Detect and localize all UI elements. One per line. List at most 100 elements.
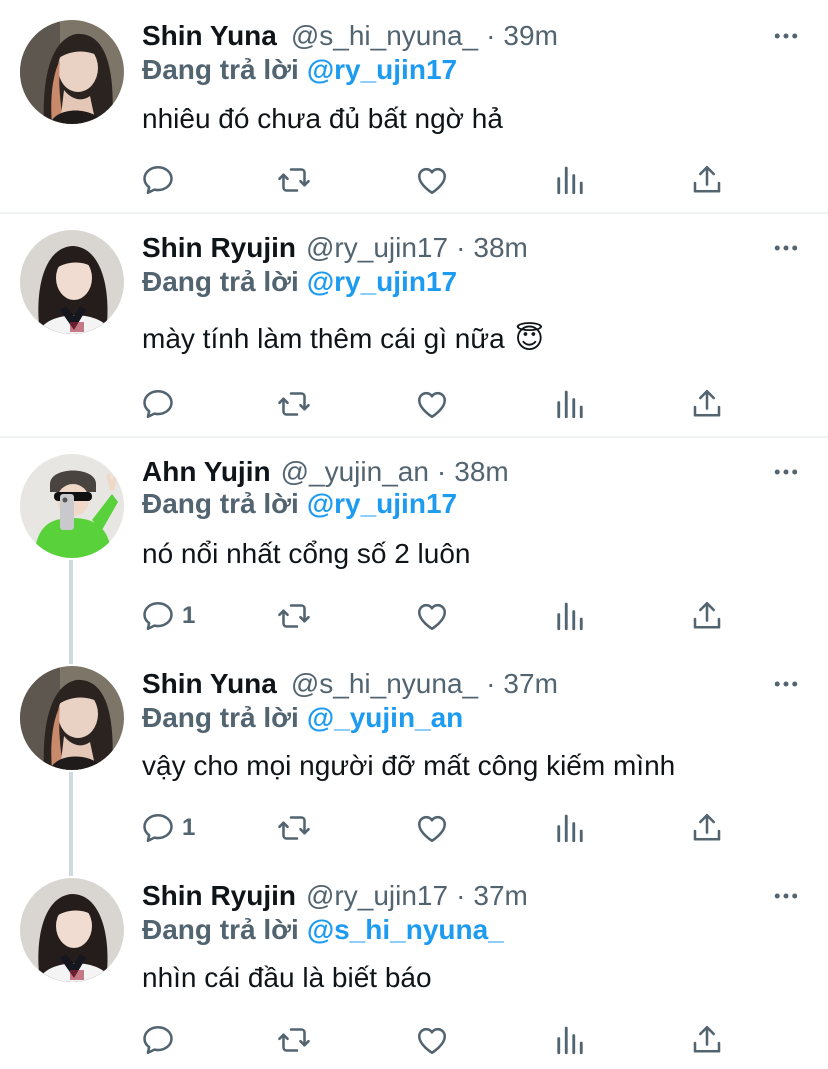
share-button[interactable] bbox=[689, 384, 725, 424]
reply-mention[interactable]: @ry_ujin17 bbox=[307, 54, 457, 85]
display-name[interactable]: Shin Yuna bbox=[142, 668, 277, 700]
share-icon bbox=[689, 598, 725, 634]
reply-prefix: Đang trả lời bbox=[142, 488, 299, 519]
share-icon bbox=[689, 810, 725, 846]
like-button[interactable] bbox=[414, 384, 450, 424]
views-icon bbox=[552, 1022, 588, 1058]
reply-button[interactable] bbox=[140, 1020, 176, 1060]
like-icon bbox=[414, 386, 450, 422]
display-name[interactable]: Shin Yuna bbox=[142, 20, 277, 52]
user-handle[interactable]: @s_hi_nyuna_ bbox=[291, 668, 478, 700]
views-icon bbox=[552, 386, 588, 422]
tweet[interactable]: Ahn Yujin @_yujin_an · 38m Đang trả lời @… bbox=[0, 438, 828, 650]
reply-icon bbox=[140, 386, 176, 422]
more-icon[interactable] bbox=[770, 456, 802, 488]
user-handle[interactable]: @ry_ujin17 bbox=[306, 880, 448, 912]
tweet[interactable]: Shin Ryujin @ry_ujin17 · 38m Đang trả lờ… bbox=[0, 214, 828, 436]
views-button[interactable] bbox=[552, 596, 588, 636]
more-icon[interactable] bbox=[770, 20, 802, 52]
reply-button[interactable]: 1 bbox=[140, 808, 195, 848]
action-bar bbox=[140, 160, 730, 200]
like-icon bbox=[414, 1022, 450, 1058]
reply-count: 1 bbox=[182, 814, 196, 841]
avatar[interactable] bbox=[20, 666, 124, 770]
avatar[interactable] bbox=[20, 230, 124, 334]
share-button[interactable] bbox=[689, 596, 725, 636]
like-button[interactable] bbox=[414, 808, 450, 848]
action-bar bbox=[140, 384, 730, 424]
display-name[interactable]: Ahn Yujin bbox=[142, 456, 271, 488]
share-button[interactable] bbox=[689, 160, 725, 200]
more-icon[interactable] bbox=[770, 232, 802, 264]
separator-dot: · bbox=[486, 668, 496, 699]
retweet-button[interactable] bbox=[276, 1020, 312, 1060]
like-button[interactable] bbox=[414, 1020, 450, 1060]
views-button[interactable] bbox=[552, 1020, 588, 1060]
more-icon[interactable] bbox=[770, 668, 802, 700]
views-button[interactable] bbox=[552, 384, 588, 424]
separator-dot: · bbox=[486, 20, 496, 51]
timestamp[interactable]: 38m bbox=[454, 456, 508, 488]
retweet-button[interactable] bbox=[276, 384, 312, 424]
retweet-icon bbox=[276, 598, 312, 634]
tweet-text-content: mày tính làm thêm cái gì nữa bbox=[142, 322, 505, 354]
reply-mention[interactable]: @_yujin_an bbox=[307, 702, 463, 733]
display-name[interactable]: Shin Ryujin bbox=[142, 232, 296, 264]
reply-mention[interactable]: @ry_ujin17 bbox=[307, 488, 457, 519]
reply-context: Đang trả lời @ry_ujin17 bbox=[142, 54, 457, 86]
avatar[interactable] bbox=[20, 878, 124, 982]
share-button[interactable] bbox=[689, 1020, 725, 1060]
action-bar: 1 bbox=[140, 808, 730, 848]
tweet-header: Shin Yuna @s_hi_nyuna_ · 39m bbox=[142, 16, 558, 56]
user-handle[interactable]: @s_hi_nyuna_ bbox=[291, 20, 478, 52]
tweet-text: mày tính làm thêm cái gì nữa 😇 bbox=[142, 322, 544, 355]
timestamp[interactable]: 39m bbox=[503, 20, 557, 52]
reply-button[interactable] bbox=[140, 160, 176, 200]
like-icon bbox=[414, 162, 450, 198]
retweet-button[interactable] bbox=[276, 160, 312, 200]
retweet-icon bbox=[276, 810, 312, 846]
reply-prefix: Đang trả lời bbox=[142, 914, 299, 945]
separator-dot: · bbox=[456, 880, 466, 911]
tweet-header: Shin Ryujin @ry_ujin17 · 38m bbox=[142, 228, 528, 268]
tweet-header: Ahn Yujin @_yujin_an · 38m bbox=[142, 452, 509, 492]
reply-prefix: Đang trả lời bbox=[142, 54, 299, 85]
separator-dot: · bbox=[456, 232, 466, 263]
tweet[interactable]: Shin Yuna @s_hi_nyuna_ · 37m Đang trả lờ… bbox=[0, 650, 828, 862]
views-button[interactable] bbox=[552, 160, 588, 200]
tweet[interactable]: Shin Yuna @s_hi_nyuna_ · 39m Đang trả lờ… bbox=[0, 0, 828, 213]
reply-count: 1 bbox=[182, 602, 196, 629]
avatar[interactable] bbox=[20, 20, 124, 124]
reply-mention[interactable]: @s_hi_nyuna_ bbox=[307, 914, 504, 945]
user-handle[interactable]: @ry_ujin17 bbox=[306, 232, 448, 264]
reply-prefix: Đang trả lời bbox=[142, 266, 299, 297]
tweet-text: nó nổi nhất cổng số 2 luôn bbox=[142, 538, 470, 570]
avatar[interactable] bbox=[20, 454, 124, 558]
tweet-text: nhiêu đó chưa đủ bất ngờ hả bbox=[142, 103, 503, 135]
like-button[interactable] bbox=[414, 160, 450, 200]
share-icon bbox=[689, 162, 725, 198]
timestamp[interactable]: 37m bbox=[473, 880, 527, 912]
action-bar: 1 bbox=[140, 596, 730, 636]
timestamp[interactable]: 37m bbox=[503, 668, 557, 700]
reply-button[interactable]: 1 bbox=[140, 596, 195, 636]
tweet[interactable]: Shin Ryujin @ry_ujin17 · 37m Đang trả lờ… bbox=[0, 862, 828, 1069]
display-name[interactable]: Shin Ryujin bbox=[142, 880, 296, 912]
tweet-text: nhìn cái đầu là biết báo bbox=[142, 962, 432, 994]
timestamp[interactable]: 38m bbox=[473, 232, 527, 264]
views-icon bbox=[552, 598, 588, 634]
share-icon bbox=[689, 386, 725, 422]
more-icon[interactable] bbox=[770, 880, 802, 912]
user-handle[interactable]: @_yujin_an bbox=[281, 456, 429, 488]
retweet-button[interactable] bbox=[276, 808, 312, 848]
reply-button[interactable] bbox=[140, 384, 176, 424]
reply-icon bbox=[140, 1022, 176, 1058]
like-button[interactable] bbox=[414, 596, 450, 636]
halo-emoji: 😇 bbox=[514, 323, 544, 354]
views-button[interactable] bbox=[552, 808, 588, 848]
retweet-button[interactable] bbox=[276, 596, 312, 636]
share-icon bbox=[689, 1022, 725, 1058]
reply-mention[interactable]: @ry_ujin17 bbox=[307, 266, 457, 297]
like-icon bbox=[414, 598, 450, 634]
share-button[interactable] bbox=[689, 808, 725, 848]
